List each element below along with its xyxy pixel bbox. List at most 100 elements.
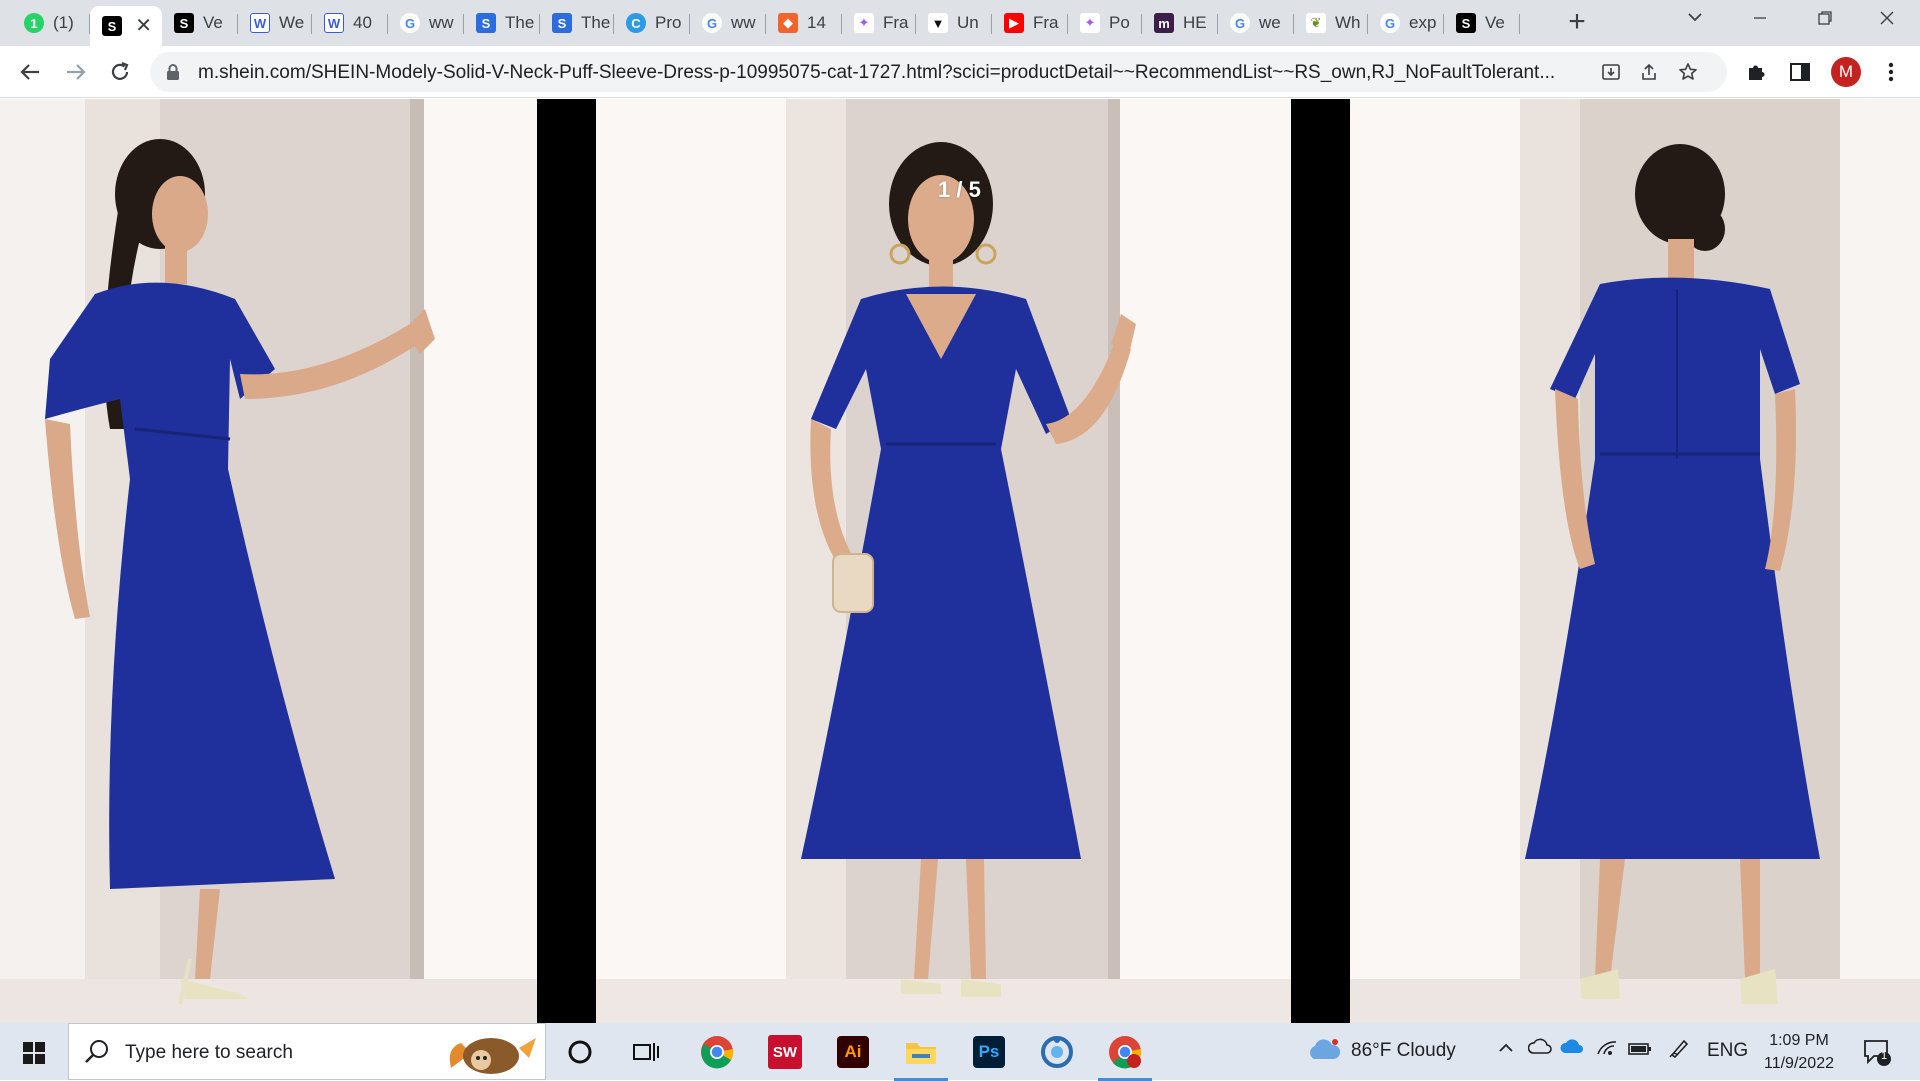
tab-title: exp bbox=[1409, 13, 1437, 32]
forward-button[interactable] bbox=[60, 56, 92, 88]
product-image-back-view[interactable] bbox=[1350, 99, 1920, 1023]
illustrator-icon[interactable]: Ai bbox=[834, 1033, 872, 1071]
browser-tab[interactable]: ✦ Fra bbox=[842, 6, 916, 40]
tab-title: Ve bbox=[203, 13, 223, 32]
hedgehog-search-highlight-icon[interactable] bbox=[441, 1028, 541, 1076]
windows-start-button[interactable] bbox=[12, 1037, 56, 1069]
browser-menu-icon[interactable] bbox=[1877, 58, 1905, 86]
tab-search-chevron-icon[interactable] bbox=[1672, 6, 1718, 32]
browser-tab[interactable]: 1 (1) bbox=[12, 6, 90, 40]
file-explorer-icon[interactable] bbox=[894, 1033, 948, 1081]
windows-taskbar: Type here to search SW Ai Ps 86°F Cloudy… bbox=[0, 1023, 1920, 1081]
browser-tab[interactable]: W We bbox=[238, 6, 312, 40]
chrome-profile-icon[interactable] bbox=[1098, 1033, 1152, 1081]
tray-chevron-up-icon[interactable] bbox=[1497, 1037, 1515, 1063]
system-clock[interactable]: 1:09 PM 11/9/2022 bbox=[1754, 1029, 1844, 1075]
close-tab-icon[interactable]: ✕ bbox=[135, 13, 152, 38]
cloud-sync-icon[interactable] bbox=[1527, 1038, 1552, 1062]
tab-title: We bbox=[279, 13, 305, 32]
image-counter: 1 / 5 bbox=[938, 177, 981, 202]
product-image-gallery[interactable]: 1 / 5 bbox=[0, 99, 1920, 1023]
notification-count: 1 bbox=[1880, 1050, 1888, 1062]
share-icon[interactable] bbox=[1637, 60, 1661, 84]
windows-logo-icon bbox=[23, 1042, 45, 1064]
browser-tab[interactable]: Gwe bbox=[1218, 6, 1294, 40]
url-text[interactable]: m.shein.com/SHEIN-Modely-Solid-V-Neck-Pu… bbox=[198, 62, 1598, 84]
tab-title: The bbox=[581, 13, 611, 32]
browser-tab[interactable]: W 40 bbox=[312, 6, 388, 40]
tab-title: Pro bbox=[655, 13, 682, 32]
profile-avatar[interactable]: M bbox=[1831, 57, 1861, 87]
install-app-icon[interactable] bbox=[1599, 60, 1623, 84]
cortana-icon[interactable] bbox=[561, 1033, 599, 1071]
figma-icon: ✦ bbox=[854, 13, 874, 33]
browser-tab[interactable]: Gww bbox=[690, 6, 766, 40]
taskbar-search-box[interactable]: Type here to search bbox=[68, 1023, 546, 1080]
tab-title: HE bbox=[1183, 13, 1207, 32]
back-button[interactable] bbox=[14, 56, 46, 88]
extensions-puzzle-icon[interactable] bbox=[1742, 58, 1770, 86]
browser-tab[interactable]: S The bbox=[540, 6, 614, 40]
s-blue-icon: S bbox=[552, 13, 572, 33]
gallery-divider-left bbox=[537, 99, 596, 1023]
task-view-icon[interactable] bbox=[627, 1033, 665, 1071]
side-panel-icon[interactable] bbox=[1786, 58, 1814, 86]
tab-separator bbox=[1519, 14, 1520, 34]
shein-icon: S bbox=[174, 13, 194, 33]
s-blue-icon: S bbox=[476, 13, 496, 33]
browser-tab[interactable]: S Ve bbox=[1444, 6, 1520, 40]
browser-tab[interactable]: S Ve bbox=[162, 6, 238, 40]
restore-button[interactable] bbox=[1802, 6, 1848, 32]
onedrive-icon[interactable] bbox=[1560, 1038, 1584, 1062]
chrome-icon[interactable] bbox=[698, 1033, 736, 1071]
photoshop-label: Ps bbox=[973, 1036, 1005, 1068]
product-image-front-view[interactable]: 1 / 5 bbox=[596, 99, 1291, 1023]
weather-text[interactable]: 86°F Cloudy bbox=[1351, 1040, 1456, 1062]
search-placeholder[interactable]: Type here to search bbox=[125, 1042, 293, 1064]
address-bar[interactable]: m.shein.com/SHEIN-Modely-Solid-V-Neck-Pu… bbox=[150, 52, 1727, 92]
battery-icon[interactable] bbox=[1628, 1040, 1652, 1062]
word-w-icon: W bbox=[324, 13, 344, 33]
figma-icon: ✦ bbox=[1080, 13, 1100, 33]
tab-title: ww bbox=[429, 13, 454, 32]
framer-icon: ▼ bbox=[928, 13, 948, 33]
tab-title: (1) bbox=[53, 13, 74, 32]
browser-tab[interactable]: C Pro bbox=[614, 6, 690, 40]
tab-title: 40 bbox=[353, 13, 372, 32]
tab-strip: 1 (1) S ✕ S Ve W We W 40 Gww S The S The C Pro Gww ◆ 14 ✦ Fra… bbox=[0, 0, 1920, 46]
browser-tab[interactable]: ❦ Wh bbox=[1294, 6, 1368, 40]
google-icon: G bbox=[400, 13, 420, 33]
browser-tab[interactable]: Gww bbox=[388, 6, 464, 40]
browser-tab[interactable]: ✦ Po bbox=[1068, 6, 1142, 40]
c-blue-icon: C bbox=[626, 13, 646, 33]
clock-date: 11/9/2022 bbox=[1764, 1055, 1834, 1072]
solidworks-icon[interactable]: SW bbox=[766, 1033, 804, 1071]
browser-tab[interactable]: Gexp bbox=[1368, 6, 1444, 40]
gallery-divider-right bbox=[1291, 99, 1350, 1023]
close-window-button[interactable] bbox=[1864, 6, 1910, 32]
lock-icon bbox=[167, 64, 179, 80]
minimize-button[interactable] bbox=[1737, 6, 1783, 32]
tab-title: Wh bbox=[1335, 13, 1361, 32]
browser-tab[interactable]: m HE bbox=[1142, 6, 1218, 40]
clock-time: 1:09 PM bbox=[1769, 1032, 1829, 1049]
new-tab-button[interactable]: + bbox=[1562, 7, 1592, 38]
reload-button[interactable] bbox=[104, 56, 136, 88]
browser-tab[interactable]: S The bbox=[464, 6, 540, 40]
pen-ink-icon[interactable] bbox=[1668, 1037, 1690, 1065]
network-app-icon[interactable] bbox=[1038, 1033, 1076, 1071]
weather-cloud-icon[interactable] bbox=[1306, 1037, 1342, 1068]
browser-toolbar: m.shein.com/SHEIN-Modely-Solid-V-Neck-Pu… bbox=[0, 46, 1920, 98]
wifi-icon[interactable] bbox=[1596, 1038, 1618, 1062]
browser-tab[interactable]: S ✕ bbox=[90, 6, 162, 46]
browser-tab[interactable]: ▼ Un bbox=[916, 6, 992, 40]
search-icon bbox=[85, 1040, 108, 1063]
whatsapp-icon: 1 bbox=[24, 13, 44, 33]
browser-tab[interactable]: ◆ 14 bbox=[766, 6, 842, 40]
product-image-side-view[interactable] bbox=[0, 99, 537, 1023]
bookmark-star-icon[interactable] bbox=[1676, 60, 1700, 84]
notifications-button[interactable]: 1 bbox=[1862, 1037, 1892, 1072]
browser-tab[interactable]: ▶ Fra bbox=[992, 6, 1068, 40]
language-indicator[interactable]: ENG bbox=[1707, 1040, 1748, 1062]
photoshop-icon[interactable]: Ps bbox=[970, 1033, 1008, 1071]
